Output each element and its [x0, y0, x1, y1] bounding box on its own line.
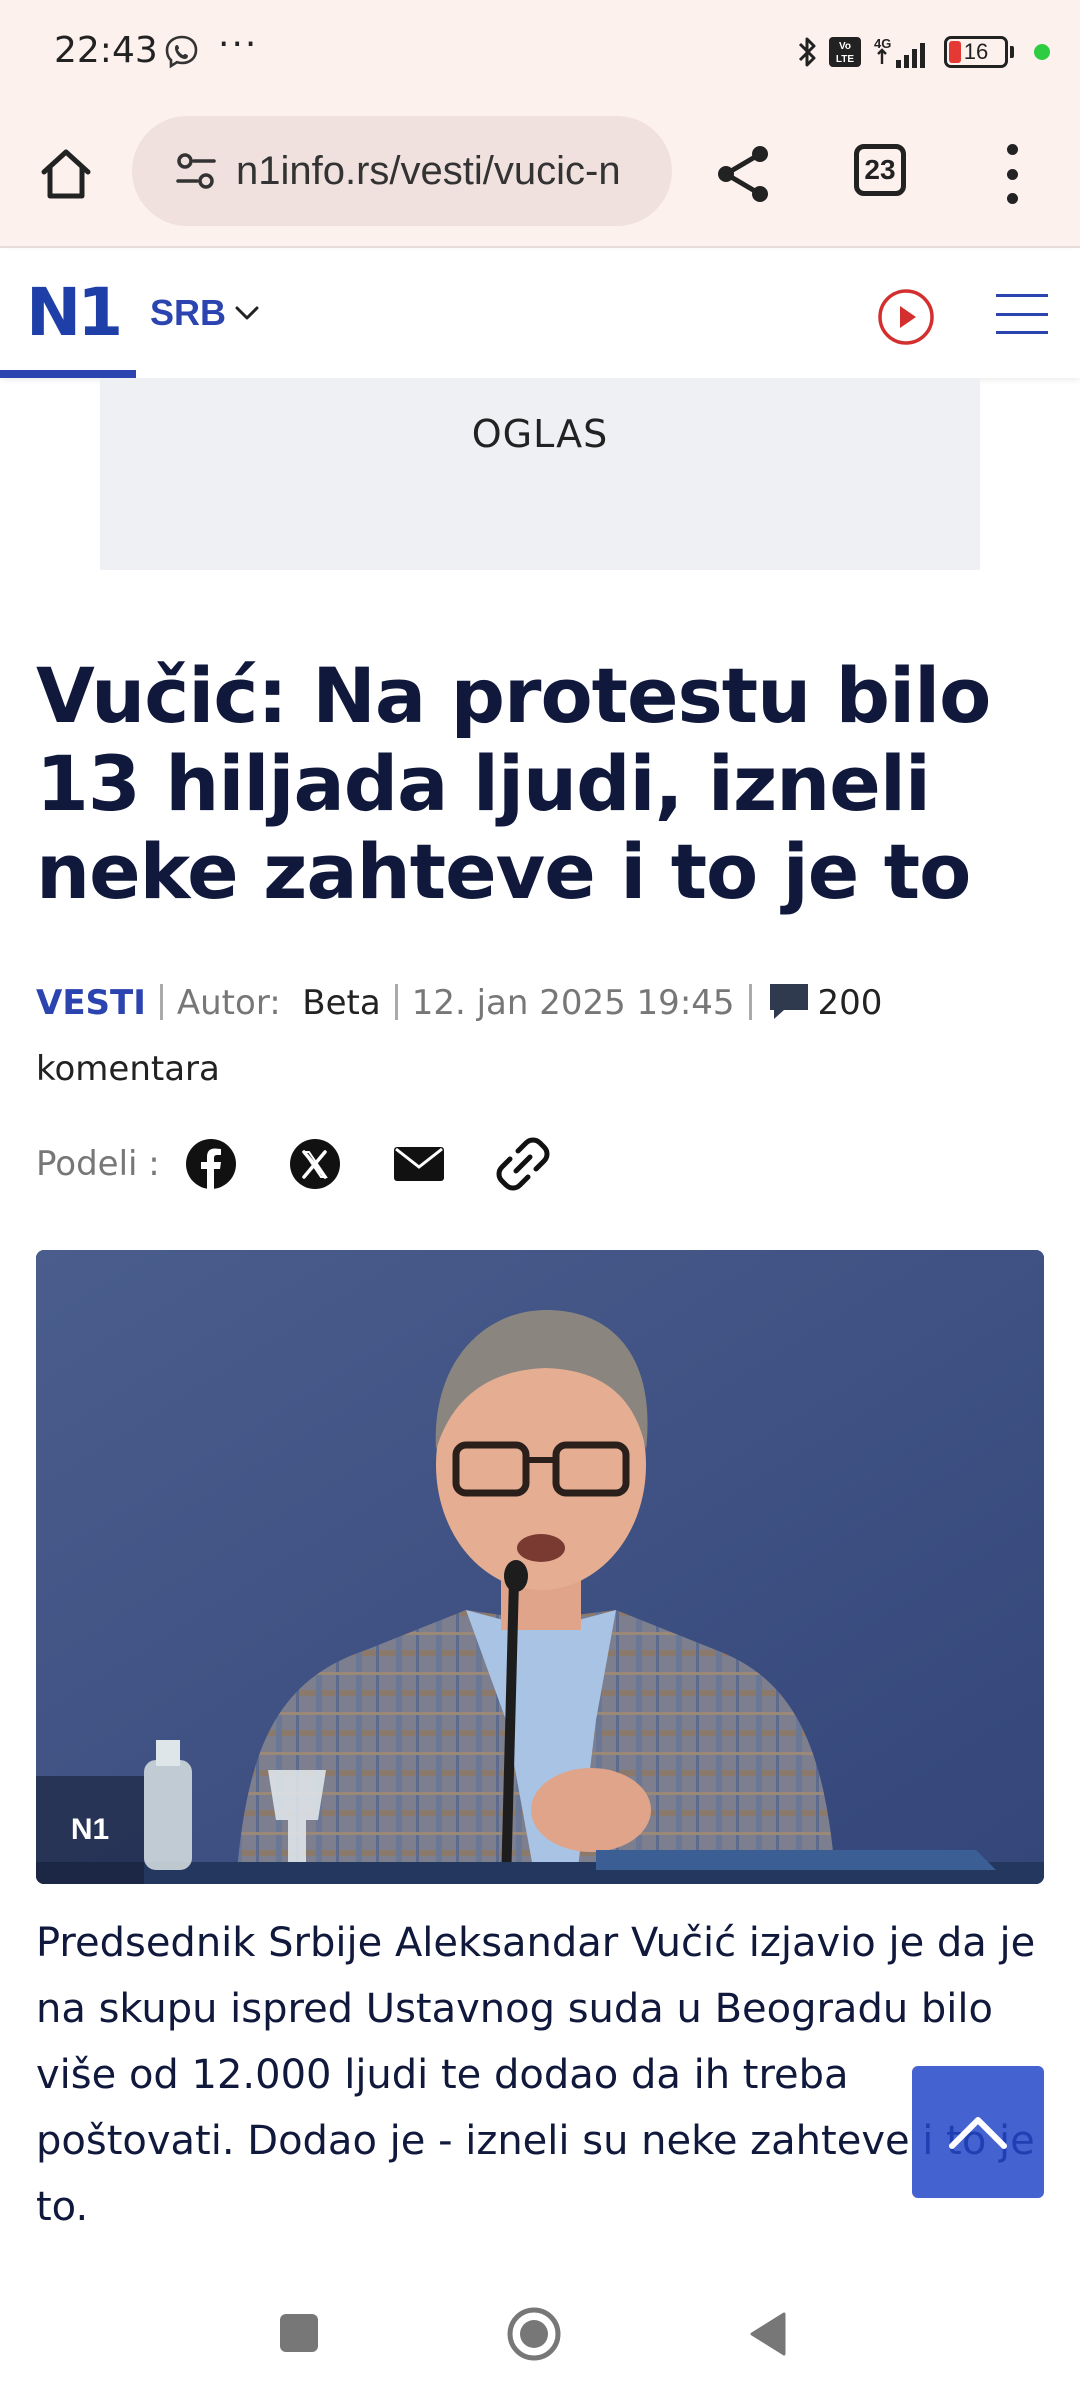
svg-text:Vo: Vo: [839, 41, 851, 52]
n1-logo[interactable]: N1: [26, 280, 123, 346]
tab-count: 23: [864, 154, 896, 185]
x-icon[interactable]: [288, 1137, 342, 1191]
author-label: Autor:: [176, 983, 281, 1023]
share-icon[interactable]: [714, 142, 774, 206]
chevron-down-icon[interactable]: [232, 298, 262, 328]
bluetooth-icon: [798, 37, 816, 67]
network-type-label: 4G: [874, 36, 891, 51]
photo-illustration: [36, 1250, 1044, 1884]
browser-toolbar: n1info.rs/vesti/vucic-n 23: [0, 108, 1080, 248]
tabs-icon[interactable]: 23: [854, 144, 906, 196]
privacy-indicator-dot: [1034, 44, 1050, 60]
mail-icon[interactable]: [392, 1137, 446, 1191]
language-selector[interactable]: SRB: [150, 292, 226, 334]
meta-divider: [394, 984, 398, 1020]
ad-label: OGLAS: [471, 412, 609, 456]
comment-icon[interactable]: [766, 980, 812, 1022]
status-overflow: ···: [218, 24, 259, 65]
scroll-to-top-button[interactable]: [912, 2066, 1044, 2198]
author-name[interactable]: Beta: [302, 983, 380, 1023]
play-icon[interactable]: [877, 288, 935, 346]
svg-text:LTE: LTE: [836, 54, 854, 65]
hamburger-menu-icon[interactable]: [996, 294, 1048, 334]
viber-icon: [165, 35, 198, 69]
article-headline: Vučić: Na protestu bilo 13 hiljada ljudi…: [36, 651, 991, 916]
site-header: N1 SRB: [0, 250, 1080, 378]
battery-level: 16: [963, 39, 989, 64]
home-circle-icon[interactable]: [506, 2306, 562, 2362]
status-bar: 22:43 ··· Vo LTE 4G 16: [0, 0, 1080, 108]
volte-icon: Vo LTE: [829, 37, 861, 67]
signal-icon: 4G: [874, 36, 925, 68]
address-bar[interactable]: n1info.rs/vesti/vucic-n: [132, 116, 672, 226]
more-vert-icon[interactable]: [998, 144, 1026, 204]
link-icon[interactable]: [496, 1137, 550, 1191]
battery-cap: [1010, 46, 1014, 58]
share-row: Podeli :: [36, 1136, 600, 1192]
system-navigation-bar: [0, 2260, 1080, 2400]
ad-placeholder[interactable]: OGLAS: [100, 378, 980, 570]
article-lead: Predsednik Srbije Aleksandar Vučić izjav…: [36, 1920, 1036, 2230]
recents-icon[interactable]: [280, 2314, 318, 2352]
photo-source-badge: N1: [36, 1776, 144, 1884]
category-link[interactable]: VESTI: [36, 983, 146, 1023]
chevron-up-icon: [949, 2117, 1007, 2149]
status-icons: Vo LTE 4G 16: [796, 32, 1050, 72]
status-time: 22:43: [54, 30, 158, 71]
article-photo[interactable]: N1: [36, 1250, 1044, 1884]
active-indicator: [0, 370, 136, 378]
meta-divider: [159, 984, 163, 1020]
back-icon[interactable]: [748, 2310, 788, 2358]
home-icon[interactable]: [34, 142, 98, 206]
url-text[interactable]: n1info.rs/vesti/vucic-n: [236, 149, 621, 194]
share-label: Podeli :: [36, 1144, 160, 1184]
battery-icon: 16: [944, 36, 1008, 68]
article-meta: VESTI Autor: Beta 12. jan 2025 19:45 200 kom…: [36, 970, 1046, 1102]
meta-divider: [748, 984, 752, 1020]
comments-label[interactable]: komentara: [36, 1049, 220, 1089]
tune-icon[interactable]: [174, 149, 218, 193]
facebook-icon[interactable]: [184, 1137, 238, 1191]
publish-date: 12. jan 2025 19:45: [411, 983, 735, 1023]
comment-count[interactable]: 200: [818, 983, 883, 1023]
